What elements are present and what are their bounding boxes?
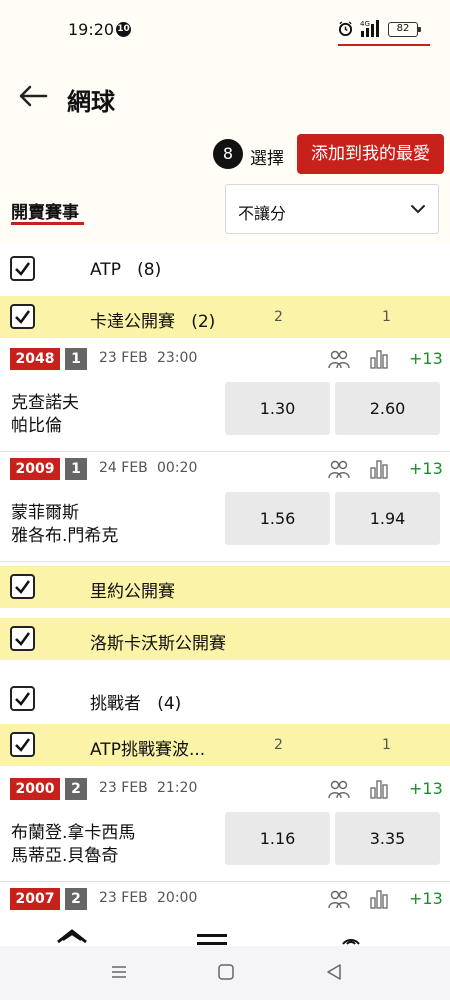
players-icon[interactable]: [328, 779, 350, 799]
category-row-atp[interactable]: ATP (8): [0, 244, 450, 292]
checkbox-qatar[interactable]: [10, 304, 35, 329]
battery-icon: 82: [388, 22, 421, 37]
system-nav-bar: [0, 946, 450, 1000]
odds-button-home[interactable]: 1.56: [225, 492, 330, 545]
match-time: 23:00: [157, 350, 198, 366]
checkmark-icon: [15, 692, 31, 706]
match-round-badge: 2: [65, 888, 87, 910]
chevron-down-icon: [411, 205, 425, 214]
odds-button-away[interactable]: 2.60: [335, 382, 440, 435]
column-header-1: 1: [382, 737, 391, 753]
league-label-atp-challenger: ATP挑戰賽波...: [90, 740, 206, 760]
match-id-badge: 2048: [10, 348, 60, 370]
select-label: 選擇: [250, 149, 284, 169]
match-round-badge: 1: [65, 458, 87, 480]
column-header-2: 2: [274, 737, 283, 753]
league-label-rio: 里約公開賽: [90, 582, 175, 602]
category-label-atp: ATP (8): [90, 260, 162, 280]
status-time: 19:20: [68, 20, 115, 39]
tab-active-indicator: [11, 222, 84, 225]
checkmark-icon: [15, 632, 31, 646]
match-row: 2000 2 23 FEB 21:20 +13 布蘭登.拿卡西馬 馬蒂亞.貝魯奇…: [0, 772, 450, 882]
checkbox-rio[interactable]: [10, 574, 35, 599]
players-icon[interactable]: [328, 349, 350, 369]
more-markets-link[interactable]: +13: [409, 349, 443, 368]
column-header-2: 2: [274, 309, 283, 325]
match-id-badge: 2007: [10, 888, 60, 910]
signal-icon: 4G: [360, 20, 379, 37]
bottom-tab-bar: [0, 918, 450, 946]
handicap-dropdown[interactable]: 不讓分: [225, 184, 439, 234]
more-markets-link[interactable]: +13: [409, 889, 443, 908]
recents-icon[interactable]: [110, 963, 128, 981]
status-bar: 19:20 10 4G 82: [0, 0, 450, 47]
checkbox-challenger[interactable]: [10, 686, 35, 711]
notification-badge: 10: [116, 22, 131, 37]
players-icon[interactable]: [328, 459, 350, 479]
odds-button-home[interactable]: 1.16: [225, 812, 330, 865]
stats-icon[interactable]: [370, 349, 388, 369]
match-date: 23 FEB: [99, 780, 148, 796]
match-row: 2048 1 23 FEB 23:00 +13 克查諾夫 帕比倫 1.30 2.…: [0, 342, 450, 452]
league-row-los-cabos[interactable]: 洛斯卡沃斯公開賽: [0, 618, 450, 660]
match-time: 21:20: [157, 780, 198, 796]
match-date: 23 FEB: [99, 890, 148, 906]
page-title: 網球: [67, 88, 115, 116]
match-round-badge: 1: [65, 348, 87, 370]
home-nav-icon[interactable]: [217, 963, 235, 981]
player-away: 雅各布.門希克: [11, 526, 119, 546]
match-row: 2009 1 24 FEB 00:20 +13 蒙菲爾斯 雅各布.門希克 1.5…: [0, 452, 450, 562]
player-away: 帕比倫: [11, 416, 62, 436]
more-markets-link[interactable]: +13: [409, 779, 443, 798]
checkmark-icon: [15, 262, 31, 276]
handicap-value: 不讓分: [238, 204, 287, 223]
category-row-challenger[interactable]: 挑戰者 (4): [0, 674, 450, 722]
players-icon[interactable]: [328, 889, 350, 909]
league-row-atp-challenger[interactable]: ATP挑戰賽波... 2 1: [0, 724, 450, 766]
more-markets-link[interactable]: +13: [409, 459, 443, 478]
menu-icon[interactable]: [196, 928, 228, 946]
svg-text:4G: 4G: [360, 20, 370, 28]
player-home: 克查諾夫: [11, 393, 79, 413]
checkmark-icon: [15, 310, 31, 324]
match-date: 23 FEB: [99, 350, 148, 366]
checkbox-atp-challenger[interactable]: [10, 732, 35, 757]
odds-button-away[interactable]: 3.35: [335, 812, 440, 865]
odds-button-home[interactable]: 1.30: [225, 382, 330, 435]
match-time: 20:00: [157, 890, 198, 906]
checkmark-icon: [15, 580, 31, 594]
league-row-rio[interactable]: 里約公開賽: [0, 566, 450, 608]
match-id-badge: 2009: [10, 458, 60, 480]
alarm-icon: [338, 21, 353, 36]
player-home: 蒙菲爾斯: [11, 503, 79, 523]
player-away: 馬蒂亞.貝魯奇: [11, 846, 119, 866]
stats-icon[interactable]: [370, 779, 388, 799]
checkbox-los-cabos[interactable]: [10, 626, 35, 651]
checkbox-atp[interactable]: [10, 256, 35, 281]
league-label-los-cabos: 洛斯卡沃斯公開賽: [90, 634, 226, 654]
column-header-1: 1: [382, 309, 391, 325]
stats-icon[interactable]: [370, 459, 388, 479]
back-nav-icon[interactable]: [325, 963, 343, 981]
selected-count-badge: 8: [213, 139, 243, 169]
home-icon[interactable]: [56, 928, 88, 946]
match-id-badge: 2000: [10, 778, 60, 800]
category-label-challenger: 挑戰者 (4): [90, 694, 182, 714]
player-home: 布蘭登.拿卡西馬: [11, 823, 136, 843]
tab-on-sale[interactable]: 開賣賽事: [11, 198, 79, 223]
stats-icon[interactable]: [370, 889, 388, 909]
back-arrow-icon[interactable]: [18, 84, 48, 108]
odds-button-away[interactable]: 1.94: [335, 492, 440, 545]
match-time: 00:20: [157, 460, 198, 476]
match-row: 2007 2 23 FEB 20:00 +13: [0, 882, 450, 922]
live-icon[interactable]: [338, 928, 364, 946]
match-round-badge: 2: [65, 778, 87, 800]
match-date: 24 FEB: [99, 460, 148, 476]
checkmark-icon: [15, 738, 31, 752]
add-to-favorites-button[interactable]: 添加到我的最愛: [297, 134, 444, 174]
league-label-qatar: 卡達公開賽 (2): [90, 312, 216, 332]
league-row-qatar[interactable]: 卡達公開賽 (2) 2 1: [0, 296, 450, 338]
